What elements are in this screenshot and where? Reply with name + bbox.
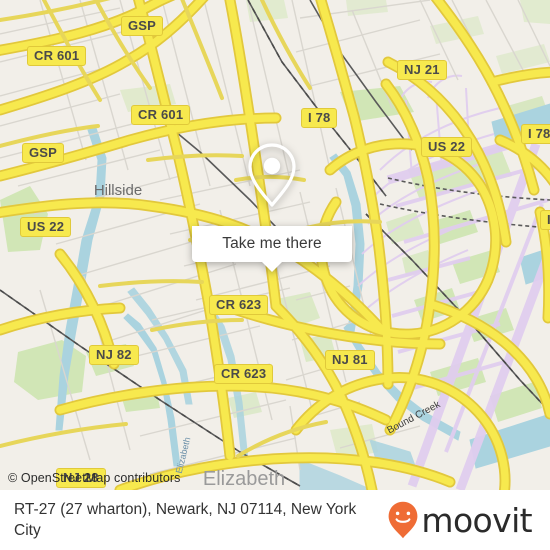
road-shield: NJ 21 [397,60,447,80]
road-shield: US 22 [421,137,473,157]
road-shield: GSP [121,16,164,36]
moovit-smiley-pin-icon [388,501,418,539]
location-pin-icon [244,141,300,209]
moovit-logo[interactable]: moovit [388,501,536,539]
popup-tail-pointer [261,261,283,272]
map-place-label-hillside: Hillside [94,182,142,199]
road-shield: NJ 81 [325,350,375,370]
footer-bar: RT-27 (27 wharton), Newark, NJ 07114, Ne… [0,490,550,550]
moovit-wordmark: moovit [421,500,532,540]
road-shield: GSP [22,143,65,163]
moovit-map-screenshot: Hillside Elizabeth Bound Creek Elizabeth… [0,0,550,550]
popup-action-bar[interactable]: Take me there [192,226,352,272]
map-place-label-elizabeth: Elizabeth [203,468,285,490]
popup-icon-panel [192,124,352,226]
road-shield: CR 601 [27,46,87,66]
road-shield: I 9 [540,210,550,230]
map-attribution[interactable]: © OpenStreetMap contributors [8,471,181,485]
road-shield: US 22 [20,217,72,237]
address-text: RT-27 (27 wharton), Newark, NJ 07114, Ne… [14,501,357,539]
road-shield: I 78 [521,124,550,144]
road-shield: CR 601 [131,105,191,125]
road-shield: CR 623 [209,295,269,315]
map-popup-callout[interactable]: Take me there [192,124,352,272]
road-shield: CR 623 [214,364,274,384]
take-me-there-label: Take me there [222,235,322,252]
road-shield: NJ 82 [89,345,139,365]
